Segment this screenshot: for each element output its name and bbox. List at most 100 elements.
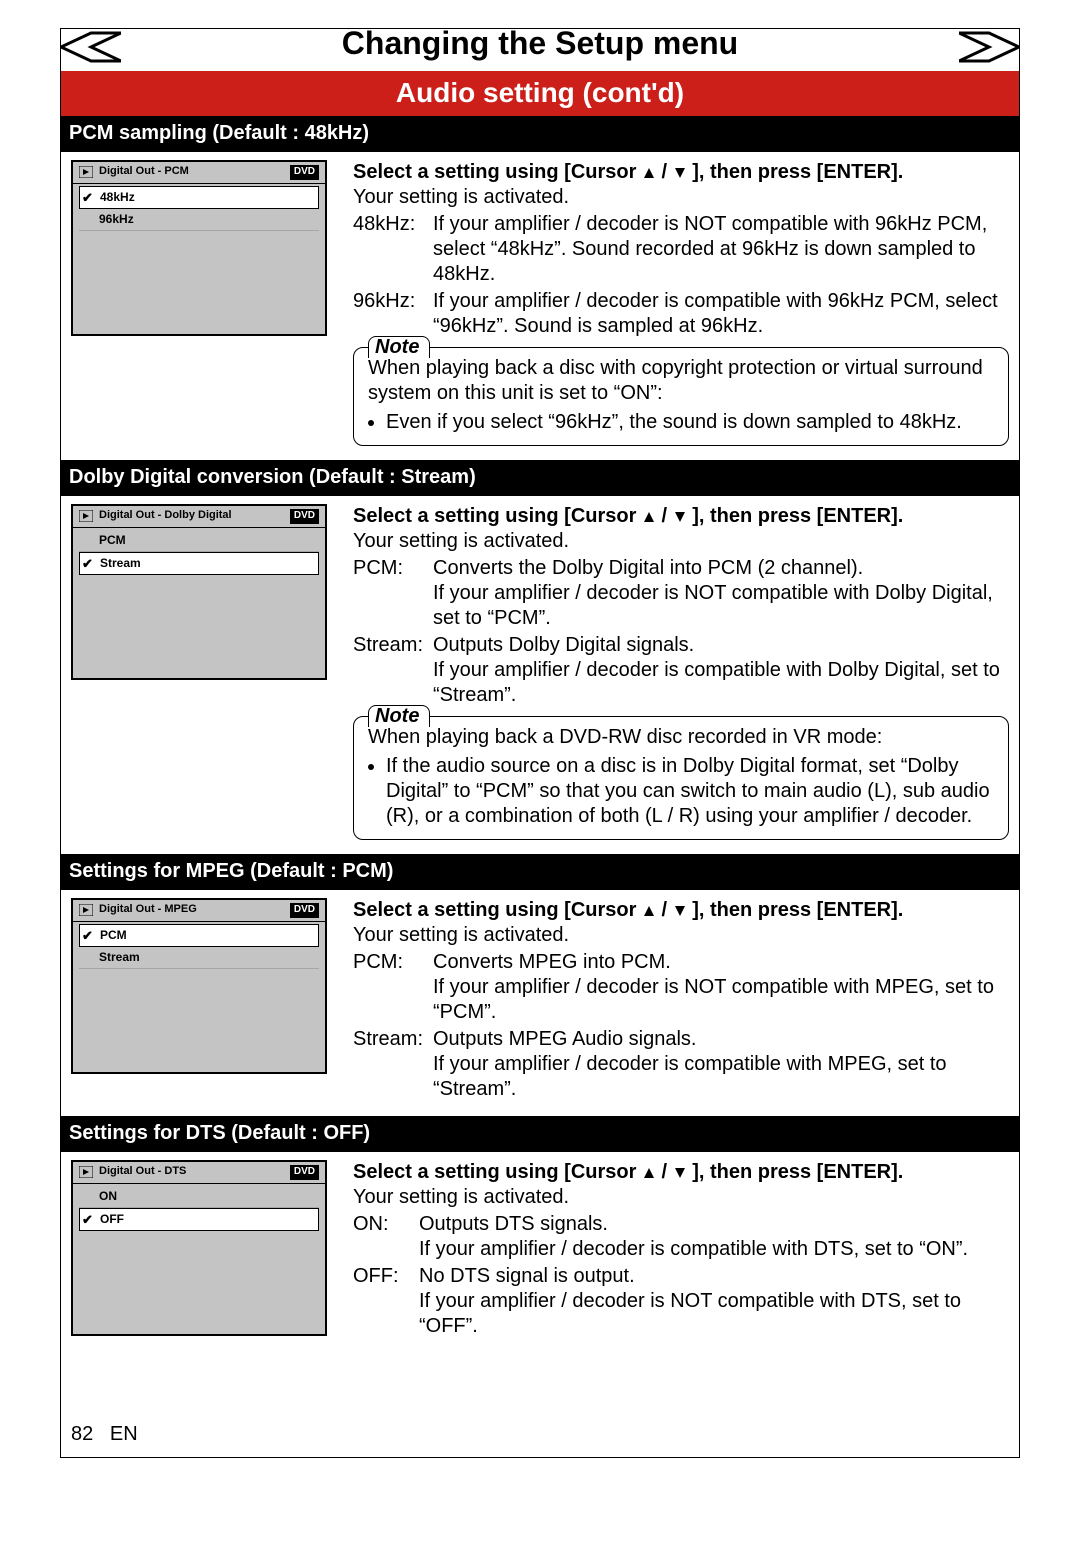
definition-value: If your amplifier / decoder is compatibl… bbox=[433, 289, 1009, 339]
activated-line: Your setting is activated. bbox=[353, 1185, 1009, 1210]
tv-option[interactable]: ✔ Stream bbox=[79, 552, 319, 575]
page-lang: EN bbox=[110, 1423, 138, 1445]
note-item: Even if you select “96kHz”, the sound is… bbox=[386, 410, 996, 435]
definition-key: PCM: bbox=[353, 950, 425, 1025]
definition-key: Stream: bbox=[353, 1027, 425, 1102]
page-number: 82 EN bbox=[71, 1422, 138, 1447]
tv-nav-icon bbox=[79, 1166, 93, 1178]
definition-row: Stream: Outputs Dolby Digital signals. I… bbox=[353, 633, 1009, 708]
definition-row: 48kHz: If your amplifier / decoder is NO… bbox=[353, 212, 1009, 287]
instruction-line: Select a setting using [Cursor / ], then… bbox=[353, 898, 1009, 923]
tv-option[interactable]: 96kHz bbox=[79, 209, 319, 231]
cursor-down-icon bbox=[673, 510, 687, 524]
definition-row: OFF: No DTS signal is output. If your am… bbox=[353, 1264, 1009, 1339]
tv-option[interactable]: ON bbox=[79, 1186, 319, 1208]
chapter-title: Changing the Setup menu bbox=[61, 23, 1019, 63]
tv-option[interactable]: PCM bbox=[79, 530, 319, 552]
tv-option[interactable]: ✔ OFF bbox=[79, 1208, 319, 1231]
tv-option[interactable]: Stream bbox=[79, 947, 319, 969]
definition-key: Stream: bbox=[353, 633, 425, 708]
tv-option[interactable]: ✔ PCM bbox=[79, 924, 319, 947]
dvd-tag: DVD bbox=[290, 903, 319, 918]
definition-list: 48kHz: If your amplifier / decoder is NO… bbox=[353, 212, 1009, 339]
note-label: Note bbox=[375, 704, 419, 729]
check-icon: ✔ bbox=[82, 191, 94, 204]
definition-list: PCM: Converts MPEG into PCM. If your amp… bbox=[353, 950, 1009, 1102]
note-box: Note When playing back a DVD-RW disc rec… bbox=[353, 716, 1009, 840]
tv-header: Digital Out - DTS DVD bbox=[73, 1162, 325, 1184]
cursor-down-icon bbox=[673, 166, 687, 180]
section-text: Select a setting using [Cursor / ], then… bbox=[353, 504, 1009, 840]
tv-body: PCM ✔ Stream bbox=[73, 528, 325, 679]
definition-value: Outputs Dolby Digital signals. If your a… bbox=[433, 633, 1009, 708]
section-text: Select a setting using [Cursor / ], then… bbox=[353, 160, 1009, 446]
dvd-tag: DVD bbox=[290, 1165, 319, 1180]
dvd-tag: DVD bbox=[290, 509, 319, 524]
definition-row: ON: Outputs DTS signals. If your amplifi… bbox=[353, 1212, 1009, 1262]
section-heading-mpeg: Settings for MPEG (Default : PCM) bbox=[61, 854, 1019, 890]
tv-title: Digital Out - DTS bbox=[99, 1165, 186, 1179]
note-label: Note bbox=[375, 335, 419, 360]
dvd-tag: DVD bbox=[290, 165, 319, 180]
instruction-line: Select a setting using [Cursor / ], then… bbox=[353, 504, 1009, 529]
tv-title: Digital Out - Dolby Digital bbox=[99, 509, 232, 523]
page-number-value: 82 bbox=[71, 1423, 93, 1445]
definition-key: OFF: bbox=[353, 1264, 411, 1339]
definition-value: If your amplifier / decoder is NOT compa… bbox=[433, 212, 1009, 287]
tv-option-label: 48kHz bbox=[100, 190, 135, 205]
sub-banner: Audio setting (cont'd) bbox=[61, 71, 1019, 116]
tv-option-label: 96kHz bbox=[99, 212, 134, 227]
section-pcm: Digital Out - PCM DVD ✔ 48kHz 96kHz bbox=[61, 152, 1019, 460]
instr-fragment: ], then press [ENTER]. bbox=[692, 161, 903, 183]
tv-nav-icon bbox=[79, 904, 93, 916]
section-dts: Digital Out - DTS DVD ON ✔ OFF bbox=[61, 1152, 1019, 1353]
section-text: Select a setting using [Cursor / ], then… bbox=[353, 1160, 1009, 1339]
page-frame: Changing the Setup menu Audio setting (c… bbox=[60, 28, 1020, 1458]
tv-title: Digital Out - MPEG bbox=[99, 903, 197, 917]
note-item: If the audio source on a disc is in Dolb… bbox=[386, 754, 996, 829]
tv-option-label: ON bbox=[99, 1189, 117, 1204]
definition-list: ON: Outputs DTS signals. If your amplifi… bbox=[353, 1212, 1009, 1339]
tv-nav-icon bbox=[79, 166, 93, 178]
section-heading-dolby: Dolby Digital conversion (Default : Stre… bbox=[61, 460, 1019, 496]
tv-box-mpeg: Digital Out - MPEG DVD ✔ PCM Stream bbox=[71, 898, 327, 1074]
tv-nav-icon bbox=[79, 510, 93, 522]
section-mpeg: Digital Out - MPEG DVD ✔ PCM Stream bbox=[61, 890, 1019, 1116]
note-list: If the audio source on a disc is in Dolb… bbox=[386, 754, 996, 829]
cursor-up-icon bbox=[642, 904, 656, 918]
instr-fragment: Select a setting using [Cursor bbox=[353, 899, 642, 921]
definition-key: 96kHz: bbox=[353, 289, 425, 339]
definition-value: Converts the Dolby Digital into PCM (2 c… bbox=[433, 556, 1009, 631]
section-dolby: Digital Out - Dolby Digital DVD PCM ✔ St… bbox=[61, 496, 1019, 854]
definition-list: PCM: Converts the Dolby Digital into PCM… bbox=[353, 556, 1009, 708]
definition-key: PCM: bbox=[353, 556, 425, 631]
tv-box-dolby: Digital Out - Dolby Digital DVD PCM ✔ St… bbox=[71, 504, 327, 680]
instr-fragment: / bbox=[662, 899, 673, 921]
banner-arrow-right-icon bbox=[959, 31, 1019, 63]
tv-body: ✔ PCM Stream bbox=[73, 922, 325, 1073]
cursor-up-icon bbox=[642, 166, 656, 180]
section-heading-dts: Settings for DTS (Default : OFF) bbox=[61, 1116, 1019, 1152]
note-tab: Note bbox=[368, 705, 430, 727]
cursor-up-icon bbox=[642, 1166, 656, 1180]
note-lead: When playing back a disc with copyright … bbox=[368, 356, 996, 406]
instr-fragment: / bbox=[662, 161, 673, 183]
chapter-banner: Changing the Setup menu bbox=[61, 23, 1019, 67]
instr-fragment: Select a setting using [Cursor bbox=[353, 505, 642, 527]
activated-line: Your setting is activated. bbox=[353, 529, 1009, 554]
activated-line: Your setting is activated. bbox=[353, 923, 1009, 948]
activated-line: Your setting is activated. bbox=[353, 185, 1009, 210]
definition-row: PCM: Converts the Dolby Digital into PCM… bbox=[353, 556, 1009, 631]
cursor-down-icon bbox=[673, 1166, 687, 1180]
definition-value: No DTS signal is output. If your amplifi… bbox=[419, 1264, 1009, 1339]
tv-option[interactable]: ✔ 48kHz bbox=[79, 186, 319, 209]
tv-header: Digital Out - PCM DVD bbox=[73, 162, 325, 184]
tv-header: Digital Out - Dolby Digital DVD bbox=[73, 506, 325, 528]
section-text: Select a setting using [Cursor / ], then… bbox=[353, 898, 1009, 1102]
instr-fragment: ], then press [ENTER]. bbox=[692, 505, 903, 527]
tv-option-label: Stream bbox=[100, 556, 141, 571]
tv-box-pcm: Digital Out - PCM DVD ✔ 48kHz 96kHz bbox=[71, 160, 327, 336]
definition-value: Converts MPEG into PCM. If your amplifie… bbox=[433, 950, 1009, 1025]
instr-fragment: Select a setting using [Cursor bbox=[353, 1161, 642, 1183]
tv-option-label: PCM bbox=[100, 928, 127, 943]
